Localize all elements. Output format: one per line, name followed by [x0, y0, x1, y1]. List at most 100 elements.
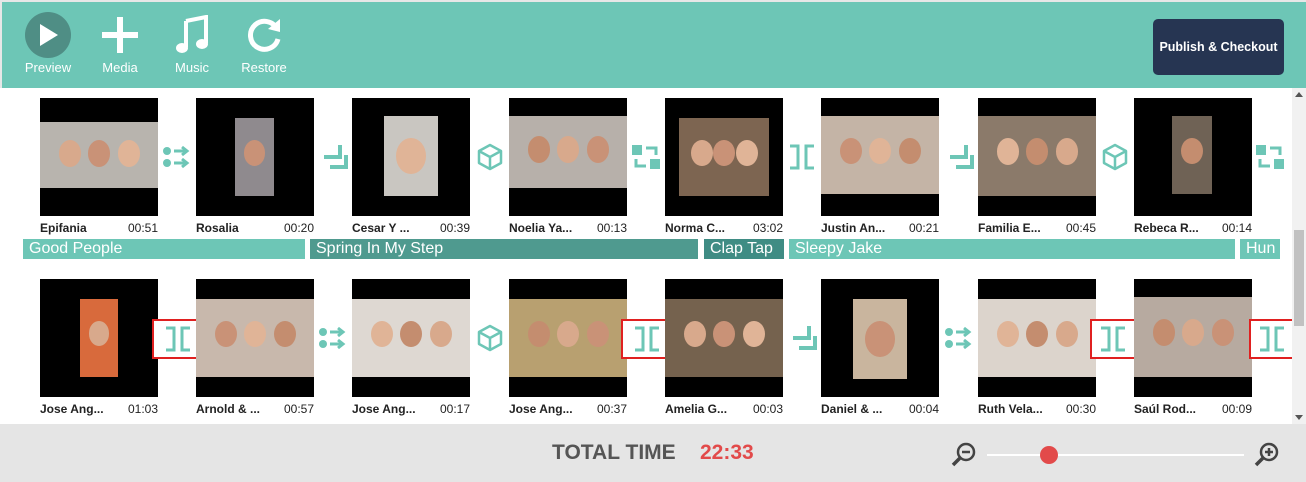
music-track[interactable]: Hun [1240, 239, 1280, 259]
slide-right-icon [319, 326, 346, 350]
transition-slide-right-icon[interactable] [160, 140, 194, 174]
zoom-slider-handle[interactable] [1039, 446, 1058, 464]
restore-button[interactable]: Restore [234, 12, 294, 75]
clip-photo [384, 116, 438, 196]
scroll-down-icon[interactable] [1295, 415, 1303, 420]
clip-photo [978, 116, 1096, 196]
face-shape [1181, 137, 1203, 165]
face-shape [88, 140, 110, 167]
clip-name: Epifania [40, 221, 87, 235]
transition-corner-icon[interactable] [316, 140, 350, 174]
clip-thumbnail[interactable] [196, 98, 314, 216]
clip-name: Justin An... [821, 221, 886, 235]
transition-swap-icon[interactable] [1253, 140, 1287, 174]
clip-thumbnail[interactable] [821, 279, 939, 397]
face-shape [557, 136, 579, 163]
bracket-icon [635, 326, 659, 352]
clip-photo [509, 116, 627, 188]
clip-name: Arnold & ... [196, 402, 260, 416]
face-shape [713, 320, 735, 348]
clip-thumbnail[interactable] [978, 98, 1096, 216]
music-track[interactable]: Spring In My Step [310, 239, 698, 259]
transition-bracket-icon[interactable] [785, 140, 819, 174]
clip-name: Rebeca R... [1134, 221, 1199, 235]
cube-icon [477, 143, 502, 171]
face-shape [244, 320, 266, 348]
clip-thumbnail[interactable] [665, 98, 783, 216]
clip-photo [853, 299, 907, 379]
clip-photo [80, 299, 118, 377]
face-shape [527, 320, 550, 348]
zoom-out-icon[interactable] [951, 441, 977, 467]
face-shape [839, 137, 862, 165]
clip-name: Jose Ang... [352, 402, 416, 416]
music-track[interactable]: Sleepy Jake [789, 239, 1235, 259]
clip-duration: 00:30 [1065, 402, 1096, 416]
restore-icon [248, 18, 281, 52]
face-shape [273, 320, 296, 348]
clip-thumbnail[interactable] [665, 279, 783, 397]
transition-bracket-icon[interactable] [1249, 319, 1292, 359]
transition-cube-icon[interactable] [1098, 140, 1132, 174]
face-shape [1055, 138, 1078, 165]
clip-thumbnail[interactable] [196, 279, 314, 397]
bracket-icon [1260, 326, 1284, 352]
music-button[interactable]: Music [162, 12, 222, 75]
clip-thumbnail[interactable] [352, 98, 470, 216]
transition-slide-right-icon[interactable] [942, 321, 976, 355]
music-track[interactable]: Clap Tap [704, 239, 784, 259]
clip-photo [509, 299, 627, 377]
media-button[interactable]: Media [90, 12, 150, 75]
bracket-icon [1101, 326, 1125, 352]
clip-thumbnail[interactable] [40, 98, 158, 216]
clip-name: Noelia Ya... [509, 221, 573, 235]
face-shape [557, 320, 579, 348]
clip-name: Ruth Vela... [978, 402, 1043, 416]
clip-name: Familia E... [978, 221, 1041, 235]
transition-corner-icon[interactable] [785, 321, 819, 355]
face-shape [996, 320, 1019, 348]
clip-thumbnail[interactable] [821, 98, 939, 216]
corner-icon [793, 326, 817, 350]
clip-duration: 00:14 [1221, 221, 1252, 235]
transition-cube-icon[interactable] [473, 321, 507, 355]
clip-thumbnail[interactable] [509, 98, 627, 216]
clip-thumbnail[interactable] [978, 279, 1096, 397]
face-shape [586, 136, 609, 163]
clip-duration: 00:04 [908, 402, 939, 416]
clip-thumbnail[interactable] [1134, 279, 1252, 397]
clip-duration: 00:21 [908, 221, 939, 235]
transition-slide-right-icon[interactable] [316, 321, 350, 355]
face-shape [869, 137, 891, 165]
clip-thumbnail[interactable] [1134, 98, 1252, 216]
clip-photo [196, 299, 314, 377]
face-shape [396, 138, 426, 175]
clip-thumbnail[interactable] [352, 279, 470, 397]
clip-name: Amelia G... [665, 402, 728, 416]
timeline-scrollbar[interactable] [1292, 88, 1306, 424]
scroll-up-icon[interactable] [1295, 92, 1303, 97]
transition-bracket-icon[interactable] [621, 319, 673, 359]
transition-swap-icon[interactable] [629, 140, 663, 174]
publish-checkout-button[interactable]: Publish & Checkout [1153, 19, 1284, 75]
bracket-icon [790, 144, 814, 170]
restore-label: Restore [241, 60, 287, 75]
zoom-in-icon[interactable] [1254, 441, 1280, 467]
transition-bracket-icon[interactable] [152, 319, 204, 359]
total-time-label: TOTAL TIME [552, 441, 676, 464]
clip-thumbnail[interactable] [509, 279, 627, 397]
clip-photo [978, 299, 1096, 377]
preview-button[interactable]: Preview [18, 12, 78, 75]
zoom-slider-track[interactable] [987, 454, 1244, 456]
music-track[interactable]: Good People [23, 239, 305, 259]
transition-corner-icon[interactable] [942, 140, 976, 174]
transition-cube-icon[interactable] [473, 140, 507, 174]
face-shape [586, 320, 609, 348]
face-shape [1026, 320, 1048, 348]
clip-thumbnail[interactable] [40, 279, 158, 397]
clip-name: Rosalia [196, 221, 239, 235]
transition-bracket-icon[interactable] [1090, 319, 1136, 359]
cube-icon [1102, 143, 1128, 171]
scrollbar-thumb[interactable] [1294, 230, 1304, 326]
clip-photo [1172, 116, 1212, 194]
